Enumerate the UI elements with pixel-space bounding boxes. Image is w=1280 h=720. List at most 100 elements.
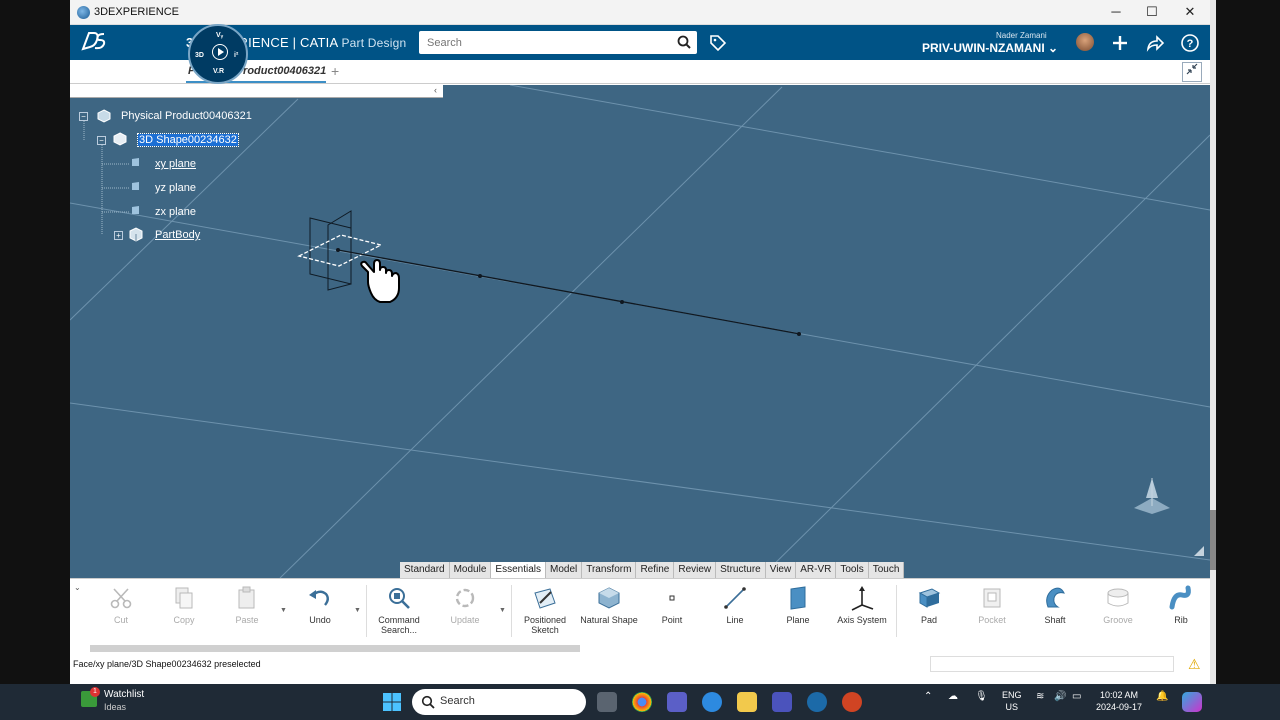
partbody-icon: [129, 227, 143, 242]
3d-viewport[interactable]: ‹ − Physical Product00406321 − 3D Shape0…: [70, 85, 1210, 578]
help-app-icon[interactable]: [702, 692, 722, 712]
task-view-icon[interactable]: [597, 692, 617, 712]
tab-module[interactable]: Module: [450, 562, 492, 578]
chevron-down-icon[interactable]: ▼: [499, 607, 506, 614]
natural-shape-button[interactable]: Natural Shape: [578, 585, 640, 641]
chevron-down-icon[interactable]: ⌄: [74, 583, 81, 592]
status-message: Face/xy plane/3D Shape00234632 preselect…: [73, 659, 261, 669]
powerpoint-icon[interactable]: [842, 692, 862, 712]
point-button[interactable]: Point: [641, 585, 703, 641]
dassault-logo-icon[interactable]: [80, 29, 108, 59]
svg-text:?: ?: [1187, 38, 1194, 50]
pocket-button[interactable]: Pocket: [961, 585, 1023, 641]
taskbar-search-label: Search: [440, 695, 475, 707]
chevron-down-icon[interactable]: ▼: [280, 607, 287, 614]
copy-button[interactable]: Copy: [153, 585, 215, 641]
tab-view[interactable]: View: [766, 562, 797, 578]
tree-item-partbody[interactable]: PartBody: [155, 229, 200, 241]
update-button[interactable]: Update: [434, 585, 496, 641]
paste-icon: [238, 586, 255, 609]
search-box[interactable]: [419, 31, 697, 54]
tag-icon[interactable]: [708, 33, 728, 58]
minimize-button[interactable]: ─: [1098, 2, 1134, 22]
tab-review[interactable]: Review: [674, 562, 717, 578]
tab-essentials[interactable]: Essentials: [491, 562, 546, 578]
tab-refine[interactable]: Refine: [636, 562, 675, 578]
workspace-selector[interactable]: PRIV-UWIN-NZAMANI ⌄: [922, 41, 1058, 55]
command-search-button[interactable]: Command Search...: [368, 585, 430, 641]
tab-transform[interactable]: Transform: [582, 562, 637, 578]
cut-button[interactable]: Cut: [90, 585, 152, 641]
shaft-button[interactable]: Shaft: [1024, 585, 1086, 641]
watchlist-title[interactable]: Watchlist: [104, 689, 144, 700]
pad-icon: [918, 588, 941, 608]
compass-widget[interactable]: Vᵧ 3D i² V.R: [188, 24, 248, 84]
horizontal-scrollbar[interactable]: [90, 645, 580, 652]
language-indicator[interactable]: ENG US: [1002, 689, 1022, 713]
tab-standard[interactable]: Standard: [400, 562, 450, 578]
language-code: ENG: [1002, 690, 1022, 700]
search-input[interactable]: [419, 31, 659, 54]
tab-touch[interactable]: Touch: [869, 562, 905, 578]
chevron-down-icon[interactable]: ▼: [354, 607, 361, 614]
tray-chevron-icon[interactable]: ⌃: [924, 691, 932, 702]
scrollbar-thumb[interactable]: [1210, 510, 1216, 570]
search-icon[interactable]: [677, 35, 691, 54]
clock-time: 10:02 AM: [1100, 690, 1139, 700]
file-explorer-icon[interactable]: [737, 692, 757, 712]
tree-collapse-root[interactable]: −: [79, 112, 88, 121]
avatar[interactable]: [1076, 33, 1094, 51]
copilot-icon[interactable]: [1182, 692, 1202, 712]
share-icon[interactable]: [1145, 33, 1165, 53]
tree-item-zx-plane[interactable]: zx plane: [155, 206, 196, 218]
teams-icon[interactable]: [667, 692, 687, 712]
maximize-button[interactable]: ☐: [1134, 2, 1170, 22]
positioned-sketch-button[interactable]: Positioned Sketch: [514, 585, 576, 641]
tab-tools[interactable]: Tools: [836, 562, 869, 578]
tree-item-3d-shape[interactable]: 3D Shape00234632: [137, 133, 239, 147]
line-button[interactable]: Line: [704, 585, 766, 641]
command-input[interactable]: [930, 656, 1174, 672]
teams-work-icon[interactable]: [772, 692, 792, 712]
system-clock[interactable]: 10:02 AM 2024-09-17: [1096, 689, 1142, 713]
close-button[interactable]: ✕: [1172, 2, 1208, 22]
rib-button[interactable]: Rib: [1150, 585, 1210, 641]
wifi-icon[interactable]: ≋: [1036, 691, 1044, 702]
warning-icon[interactable]: ⚠: [1188, 656, 1201, 673]
new-tab-button[interactable]: +: [331, 63, 339, 79]
plane-button[interactable]: Plane: [767, 585, 829, 641]
3dexperience-taskbar-icon[interactable]: [807, 692, 827, 712]
tree-root-product[interactable]: Physical Product00406321: [121, 110, 252, 122]
battery-icon[interactable]: ▭: [1072, 691, 1081, 702]
groove-button[interactable]: Groove: [1087, 585, 1149, 641]
window-titlebar[interactable]: 3DEXPERIENCE ─ ☐ ✕: [70, 0, 1210, 25]
taskbar-search[interactable]: Search: [412, 689, 586, 715]
tree-expand-partbody[interactable]: +: [114, 231, 123, 240]
tree-collapse-shape[interactable]: −: [97, 136, 106, 145]
microphone-icon[interactable]: 🎙: [975, 691, 988, 702]
windows-start-icon[interactable]: [382, 692, 402, 712]
collapse-icon[interactable]: [1182, 62, 1202, 82]
tab-structure[interactable]: Structure: [716, 562, 766, 578]
tool-label: Axis System: [837, 615, 887, 625]
paste-button[interactable]: Paste: [216, 585, 278, 641]
tool-label: Shaft: [1044, 615, 1066, 625]
pad-button[interactable]: Pad: [898, 585, 960, 641]
tree-item-yz-plane[interactable]: yz plane: [155, 182, 196, 194]
onedrive-icon[interactable]: ☁: [948, 691, 958, 702]
tree-item-xy-plane[interactable]: xy plane: [155, 158, 196, 170]
help-icon[interactable]: ?: [1180, 33, 1200, 53]
play-icon[interactable]: [212, 44, 228, 60]
notifications-bell-icon[interactable]: 🔔: [1156, 691, 1168, 702]
add-icon[interactable]: [1110, 33, 1130, 53]
separator: [511, 585, 512, 637]
app-logo-icon: [77, 6, 90, 19]
collapse-tree-button[interactable]: ‹: [434, 85, 437, 95]
undo-button[interactable]: Undo: [289, 585, 351, 641]
tab-ar-vr[interactable]: AR-VR: [796, 562, 837, 578]
axis-system-button[interactable]: Axis System: [831, 585, 893, 641]
volume-icon[interactable]: 🔊: [1054, 691, 1066, 702]
tab-model[interactable]: Model: [546, 562, 583, 578]
vertical-scrollbar[interactable]: [1210, 0, 1216, 684]
chrome-icon[interactable]: [632, 692, 652, 712]
